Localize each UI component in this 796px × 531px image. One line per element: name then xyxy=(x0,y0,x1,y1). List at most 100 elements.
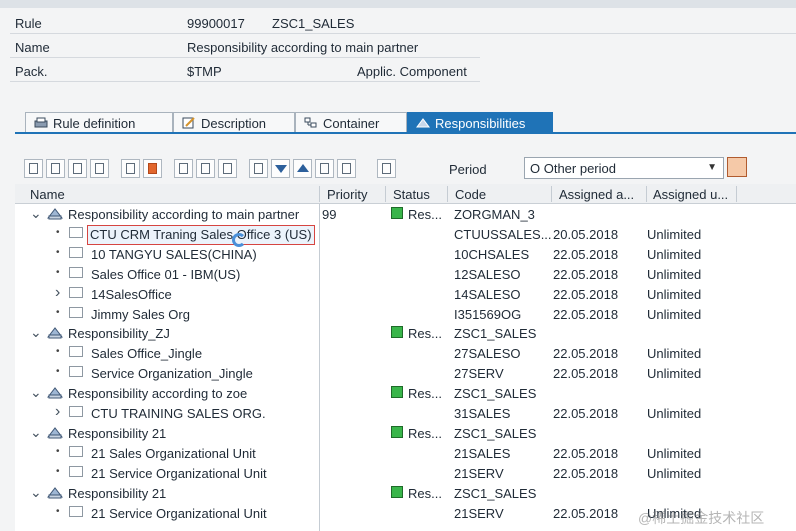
node-name: 14SalesOffice xyxy=(91,286,172,302)
delete-icon[interactable] xyxy=(121,158,140,178)
assigned-until-value: Unlimited xyxy=(647,406,702,421)
code-value: ZSC1_SALES xyxy=(454,425,537,441)
org-unit-icon xyxy=(69,306,83,318)
tab-strip: Rule definition Description Container Re… xyxy=(25,112,553,133)
print-icon[interactable] xyxy=(377,158,396,178)
collapse-all-icon[interactable] xyxy=(293,158,312,178)
status-green-icon xyxy=(391,207,403,219)
code-value: 21SERV xyxy=(454,465,504,481)
org-unit-node[interactable]: • 21 Service Organizational Unit 21SERV 22.… xyxy=(15,464,796,484)
responsibility-node[interactable]: ⌄ Responsibility_ZJ Res... ZSC1_SALES xyxy=(15,324,796,344)
tab-label: Description xyxy=(201,115,267,131)
tab-responsibilities[interactable]: Responsibilities xyxy=(407,112,553,133)
tab-rule-definition[interactable]: Rule definition xyxy=(25,112,173,133)
period-select[interactable]: O Other period ▼ xyxy=(524,157,724,179)
expand-icon[interactable]: › xyxy=(55,284,60,302)
org-unit-node[interactable]: • CTU CRM Traning Sales Office 3 (US) CTUU… xyxy=(15,224,796,245)
mouse-cursor-icon xyxy=(232,233,246,247)
tab-description[interactable]: Description xyxy=(173,112,295,133)
collapse-icon[interactable]: ⌄ xyxy=(30,484,42,501)
org-unit-node[interactable]: • Service Organization_Jingle 27SERV 22.05.… xyxy=(15,364,796,384)
top-bar xyxy=(0,0,796,8)
org-unit-node[interactable]: › 14SalesOffice 14SALESO 22.05.2018 Unlimite… xyxy=(15,284,796,305)
details-icon[interactable] xyxy=(315,158,334,178)
leaf-bullet-icon: • xyxy=(56,266,60,278)
org-unit-node[interactable]: • Sales Office_Jingle 27SALESO 22.05.2018 Un… xyxy=(15,344,796,364)
row-divider xyxy=(10,81,480,82)
org-unit-node[interactable]: • 10 TANGYU SALES(CHINA) 10CHSALES 22.05.20… xyxy=(15,245,796,265)
code-value: ZSC1_SALES xyxy=(454,485,537,501)
node-name: Responsibility according to main partner xyxy=(68,207,300,222)
calendar-icon[interactable] xyxy=(727,157,747,177)
display-icon[interactable] xyxy=(68,158,87,178)
leaf-bullet-icon: • xyxy=(56,346,60,358)
unassign-icon[interactable] xyxy=(196,158,215,178)
org-unit-icon xyxy=(69,346,83,358)
responsibility-icon xyxy=(46,426,64,439)
leaf-bullet-icon: • xyxy=(56,366,60,378)
create-icon[interactable] xyxy=(24,158,43,178)
tab-label: Container xyxy=(323,115,380,131)
leaf-bullet-icon: • xyxy=(56,445,60,457)
org-unit-node[interactable]: • Jimmy Sales Org I351569OG 22.05.2018 Unlim… xyxy=(15,305,796,325)
status-value: Res... xyxy=(408,326,442,342)
col-status[interactable]: Status xyxy=(393,187,430,202)
collapse-icon[interactable]: ⌄ xyxy=(30,324,42,341)
node-name: Responsibility according to zoe xyxy=(68,386,248,402)
collapse-icon[interactable]: ⌄ xyxy=(30,205,42,222)
pencil-doc-icon xyxy=(182,117,196,129)
table-icon[interactable] xyxy=(249,158,268,178)
calendar-grid-icon[interactable] xyxy=(337,158,356,178)
check-icon[interactable] xyxy=(218,158,237,178)
tab-container[interactable]: Container xyxy=(295,112,407,133)
responsibility-node[interactable]: ⌄ Responsibility according to main partne… xyxy=(15,205,796,225)
status-value: Res... xyxy=(408,207,442,222)
edit-icon[interactable] xyxy=(46,158,65,178)
row-divider xyxy=(10,33,796,34)
code-value: 31SALES xyxy=(454,406,511,421)
period-label: Period xyxy=(449,162,487,177)
status-green-icon xyxy=(391,485,403,498)
assigned-from-value: 22.05.2018 xyxy=(553,266,619,282)
rule-id: 99900017 xyxy=(187,16,245,31)
expand-icon[interactable]: › xyxy=(55,403,60,421)
col-priority[interactable]: Priority xyxy=(327,187,367,202)
code-value: 14SALESO xyxy=(454,286,521,302)
responsibility-node[interactable]: ⌄ Responsibility 21 Res... ZSC1_SALES xyxy=(15,484,796,504)
column-header-row: Name Priority Status Code Assigned a... … xyxy=(15,184,796,204)
status-value: Res... xyxy=(408,485,442,501)
responsibility-icon xyxy=(46,207,64,220)
node-name: 10 TANGYU SALES(CHINA) xyxy=(91,246,257,262)
org-unit-node[interactable]: › CTU TRAINING SALES ORG. 31SALES 22.05.201… xyxy=(15,403,796,424)
org-unit-icon xyxy=(69,226,83,238)
assigned-from-value: 22.05.2018 xyxy=(553,406,619,421)
assigned-from-value: 22.05.2018 xyxy=(553,445,619,461)
assign-icon[interactable] xyxy=(174,158,193,178)
org-unit-icon xyxy=(69,445,83,457)
copy-icon[interactable] xyxy=(90,158,109,178)
status-value: Res... xyxy=(408,425,442,441)
leaf-bullet-icon: • xyxy=(56,306,60,318)
collapse-icon[interactable]: ⌄ xyxy=(30,424,42,441)
org-unit-node[interactable]: • Sales Office 01 - IBM(US) 12SALESO 22.05.… xyxy=(15,265,796,285)
rule-row: Rule 99900017 ZSC1_SALES xyxy=(0,12,796,34)
assigned-from-value: 22.05.2018 xyxy=(553,505,619,521)
assigned-from-value: 22.05.2018 xyxy=(553,246,619,262)
rule-label: Rule xyxy=(15,16,42,31)
responsibility-icon xyxy=(46,486,64,499)
transport-icon[interactable] xyxy=(143,158,162,178)
col-name[interactable]: Name xyxy=(30,187,65,202)
code-value: I351569OG xyxy=(454,306,522,322)
collapse-icon[interactable]: ⌄ xyxy=(30,384,42,401)
col-assigned-until[interactable]: Assigned u... xyxy=(653,187,728,202)
assigned-until-value: Unlimited xyxy=(647,346,702,362)
expand-all-icon[interactable] xyxy=(271,158,290,178)
status-green-icon xyxy=(391,326,403,339)
responsibility-node[interactable]: ⌄ Responsibility according to zoe Res... ZS… xyxy=(15,384,796,404)
responsibility-node[interactable]: ⌄ Responsibility 21 Res... ZSC1_SALES xyxy=(15,424,796,444)
responsibility-icon xyxy=(46,326,64,339)
col-assigned-from[interactable]: Assigned a... xyxy=(559,187,634,202)
org-unit-icon xyxy=(69,505,83,517)
org-unit-node[interactable]: • 21 Sales Organizational Unit 21SALES 22.0… xyxy=(15,444,796,464)
col-code[interactable]: Code xyxy=(455,187,486,202)
